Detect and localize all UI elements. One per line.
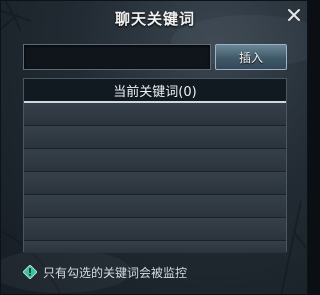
keyword-input[interactable]: [23, 44, 211, 70]
insert-button[interactable]: 插入: [215, 44, 287, 70]
list-item[interactable]: [24, 103, 286, 126]
dialog-title: 聊天关键词: [114, 9, 195, 28]
keyword-list-rows: [24, 103, 286, 253]
insert-button-label: 插入: [238, 50, 263, 65]
keyword-list-title: 当前关键词(0): [113, 84, 197, 100]
list-item[interactable]: [24, 126, 286, 149]
close-button[interactable]: [285, 6, 303, 24]
keyword-list: 当前关键词(0): [23, 78, 287, 253]
footer-tip-text: 只有勾选的关键词会被监控: [43, 265, 188, 280]
diamond-info-icon: [23, 265, 37, 279]
list-item[interactable]: [24, 149, 286, 172]
keyword-dialog: 聊天关键词 插入 当前关键词(0) 只有勾选的关键词会被监控: [0, 0, 308, 295]
title-bar[interactable]: 聊天关键词: [1, 1, 307, 35]
close-icon: [288, 9, 300, 21]
list-item[interactable]: [24, 195, 286, 218]
list-item[interactable]: [24, 172, 286, 195]
list-item[interactable]: [24, 241, 286, 253]
footer-tip: 只有勾选的关键词会被监控: [23, 263, 187, 281]
list-item[interactable]: [24, 218, 286, 241]
keyword-list-header: 当前关键词(0): [24, 79, 286, 103]
